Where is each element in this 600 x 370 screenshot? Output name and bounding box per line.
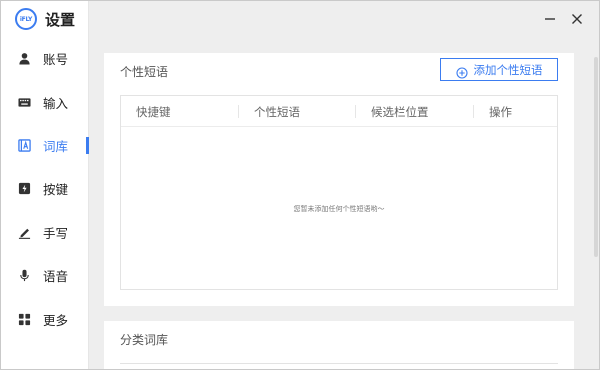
empty-state-text: 您暂未添加任何个性短语哟～ (293, 205, 385, 213)
sidebar: iFLY 设置 账号 输入 词库 按键 手写 语音 更多 (1, 1, 89, 369)
sidebar-item-input[interactable]: 输入 (1, 80, 89, 123)
column-header-shortcut: 快捷键 (136, 105, 171, 119)
sidebar-item-account[interactable]: 账号 (1, 37, 89, 80)
sidebar-item-more[interactable]: 更多 (1, 297, 89, 340)
close-button[interactable] (567, 9, 587, 29)
sidebar-item-handwriting[interactable]: 手写 (1, 211, 89, 254)
microphone-icon (17, 269, 31, 283)
app-header: iFLY 设置 (15, 7, 75, 31)
column-divider (238, 105, 239, 118)
column-divider (473, 105, 474, 118)
sidebar-item-label: 按键 (43, 182, 69, 198)
column-divider (355, 105, 356, 118)
phrases-card-title: 个性短语 (120, 65, 169, 79)
phrases-table: 快捷键 个性短语 候选栏位置 操作 您暂未添加任何个性短语哟～ (120, 95, 558, 290)
sidebar-item-lexicon[interactable]: 词库 (1, 124, 89, 167)
sidebar-item-label: 账号 (43, 52, 69, 68)
sidebar-item-label: 手写 (43, 225, 69, 241)
grid-icon (17, 312, 31, 326)
sidebar-item-voice[interactable]: 语音 (1, 254, 89, 297)
titlebar (89, 1, 599, 37)
phrases-card: 个性短语 添加个性短语 快捷键 个性短语 候选栏位置 操作 您暂未添加任何个性短… (104, 53, 574, 306)
category-lexicon-card: 分类词库 (104, 321, 574, 369)
category-card-title: 分类词库 (120, 333, 169, 347)
logo-text: iFLY (19, 15, 33, 23)
lexicon-icon (17, 138, 31, 152)
keyboard-icon (17, 95, 31, 109)
sidebar-item-label: 语音 (43, 269, 69, 285)
sidebar-nav: 账号 输入 词库 按键 手写 语音 更多 (1, 37, 89, 341)
main-content: 个性短语 添加个性短语 快捷键 个性短语 候选栏位置 操作 您暂未添加任何个性短… (89, 37, 599, 369)
user-icon (17, 52, 31, 66)
column-header-position: 候选栏位置 (371, 105, 429, 119)
add-phrase-button-label: 添加个性短语 (473, 62, 543, 77)
column-header-actions: 操作 (489, 105, 512, 119)
minimize-icon (544, 10, 556, 29)
minimize-button[interactable] (540, 9, 560, 29)
app-logo: iFLY (15, 8, 37, 30)
category-table-top-border (120, 363, 558, 364)
table-header: 快捷键 个性短语 候选栏位置 操作 (121, 96, 557, 127)
main-scrollbar[interactable] (593, 37, 599, 369)
app-title: 设置 (45, 10, 76, 29)
sidebar-item-label: 词库 (43, 138, 69, 154)
close-icon (571, 10, 583, 29)
pen-icon (17, 225, 31, 239)
add-phrase-button[interactable]: 添加个性短语 (440, 58, 558, 81)
key-icon (17, 182, 31, 196)
sidebar-item-label: 输入 (43, 95, 69, 111)
column-header-phrase: 个性短语 (254, 105, 300, 119)
add-circle-icon (455, 64, 468, 79)
scroll-thumb[interactable] (594, 57, 598, 257)
sidebar-item-keys[interactable]: 按键 (1, 167, 89, 210)
settings-window: iFLY 设置 账号 输入 词库 按键 手写 语音 更多 个性短语 添加个性短语… (0, 0, 600, 370)
sidebar-item-label: 更多 (43, 312, 69, 328)
